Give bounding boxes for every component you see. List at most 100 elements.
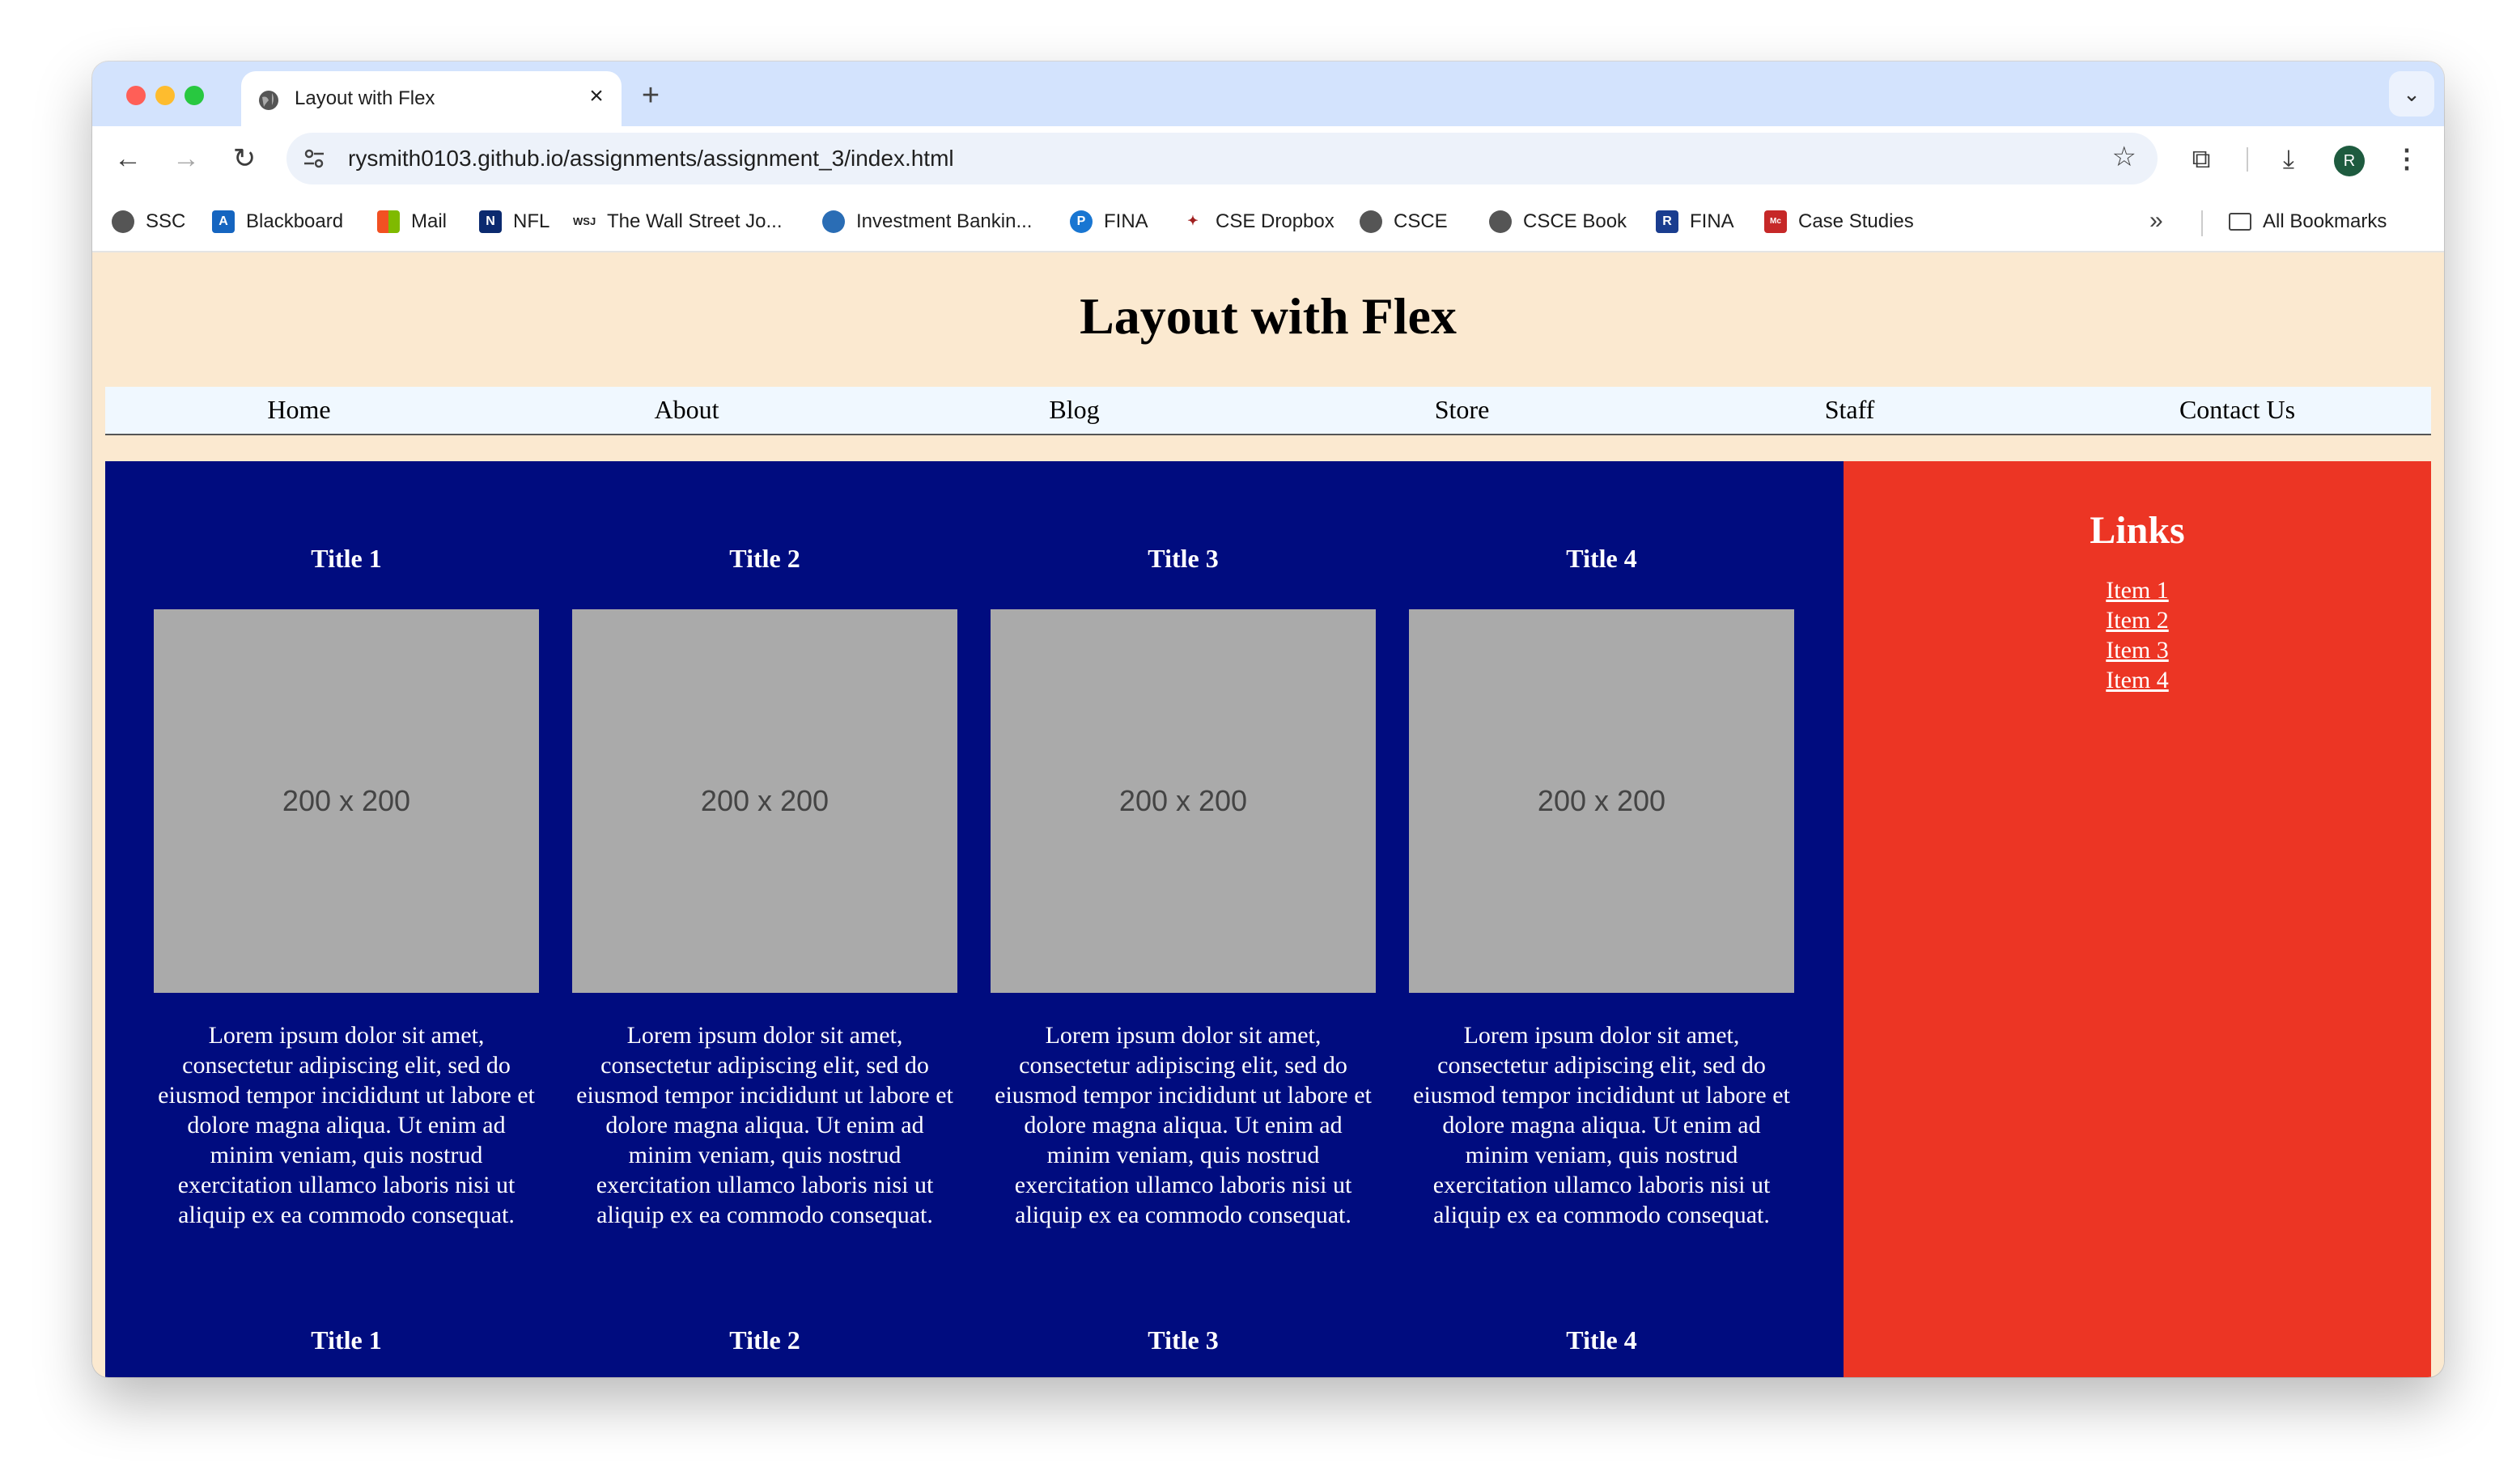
bookmark-item[interactable]: WSJ The Wall Street Jo...	[573, 209, 783, 235]
bookmark-label: Mail	[411, 210, 448, 232]
bookmark-label: CSCE	[1394, 210, 1448, 232]
tab-strip: Layout with Flex × + ⌄	[92, 61, 2444, 126]
back-arrow-icon[interactable]: ←	[108, 139, 147, 178]
blackboard-icon: A	[212, 210, 235, 233]
main-layout: Title 1 200 x 200 Lorem ipsum dolor sit …	[105, 461, 2431, 1377]
bookmark-label: Case Studies	[1798, 210, 1914, 232]
all-bookmarks-button[interactable]: All Bookmarks	[2229, 209, 2387, 235]
card-image-placeholder: 200 x 200	[1409, 609, 1794, 993]
list-item: Item 1	[1844, 575, 2431, 605]
card: Title 3 200 x 200 Lorem ipsum dolor sit …	[991, 544, 1376, 1230]
bookmark-item[interactable]: R FINA	[1656, 209, 1734, 235]
reload-icon[interactable]: ↻	[225, 139, 264, 178]
bookmark-label: NFL	[513, 210, 550, 232]
sidebar-links: Item 1 Item 2 Item 3 Item 4	[1844, 575, 2431, 695]
profile-avatar[interactable]: R	[2334, 146, 2365, 176]
url-text[interactable]: rysmith0103.github.io/assignments/assign…	[348, 146, 954, 172]
card-image-placeholder: 200 x 200	[154, 609, 539, 993]
forward-arrow-icon[interactable]: →	[167, 139, 206, 178]
top-nav: Home About Blog Store Staff Contact Us	[105, 387, 2431, 435]
globe-icon	[112, 210, 134, 233]
bookmark-item[interactable]: CSCE Book	[1489, 209, 1627, 235]
card-title: Title 3	[1148, 1325, 1219, 1355]
card: Title 2 200 x 200 Lorem ipsum dolor sit …	[572, 544, 957, 1230]
card-title: Title 1	[311, 544, 382, 573]
r-icon: R	[1656, 210, 1678, 233]
content-area: Title 1 200 x 200 Lorem ipsum dolor sit …	[105, 461, 1844, 1377]
toolbar-divider	[2247, 147, 2248, 172]
bookmarks-bar: SSC A Blackboard Mail N NFL WSJ The Wall…	[92, 191, 2444, 252]
nav-staff[interactable]: Staff	[1656, 387, 2043, 434]
bookmark-item[interactable]: Mc Case Studies	[1764, 209, 1914, 235]
card: Title 2	[572, 1325, 957, 1355]
card: Title 4 200 x 200 Lorem ipsum dolor sit …	[1409, 544, 1794, 1230]
bookmark-item[interactable]: ✦ CSE Dropbox	[1182, 209, 1334, 235]
chevron-down-icon[interactable]: ⌄	[2389, 71, 2434, 117]
address-bar[interactable]: rysmith0103.github.io/assignments/assign…	[286, 133, 2158, 184]
more-menu-icon[interactable]: ⋮	[2389, 141, 2425, 176]
wsj-icon: WSJ	[573, 210, 596, 233]
microsoft-icon	[377, 210, 400, 233]
card-text: Lorem ipsum dolor sit amet, consectetur …	[576, 1022, 953, 1228]
bookmark-label: SSC	[146, 210, 186, 232]
card-image-placeholder: 200 x 200	[572, 609, 957, 993]
close-tab-icon[interactable]: ×	[583, 83, 610, 110]
new-tab-icon[interactable]: +	[634, 79, 667, 112]
card-title: Title 2	[729, 1325, 800, 1355]
links-sidebar: Links Item 1 Item 2 Item 3 Item 4	[1844, 461, 2431, 1377]
card-title: Title 1	[311, 1325, 382, 1355]
card: Title 4	[1409, 1325, 1794, 1355]
web-page: Layout with Flex Home About Blog Store S…	[92, 254, 2444, 1377]
card-title: Title 2	[729, 544, 800, 573]
all-bookmarks-label: All Bookmarks	[2263, 210, 2387, 232]
site-info-icon[interactable]	[301, 146, 327, 172]
bookmark-label: FINA	[1690, 210, 1734, 232]
bookmark-label: Blackboard	[246, 210, 344, 232]
bookmark-item[interactable]: Investment Bankin...	[822, 209, 1032, 235]
nav-blog[interactable]: Blog	[880, 387, 1268, 434]
bookmark-item[interactable]: CSCE	[1360, 209, 1448, 235]
sidebar-link-item-4[interactable]: Item 4	[2106, 667, 2168, 693]
mcgraw-icon: Mc	[1764, 210, 1787, 233]
bookmark-item[interactable]: A Blackboard	[212, 209, 343, 235]
globe-icon	[822, 210, 845, 233]
bookmark-item[interactable]: Mail	[377, 209, 447, 235]
bookmark-item[interactable]: SSC	[112, 209, 185, 235]
nav-contact-us[interactable]: Contact Us	[2043, 387, 2431, 434]
bookmark-label: FINA	[1104, 210, 1148, 232]
list-item: Item 2	[1844, 605, 2431, 635]
maximize-window-button[interactable]	[185, 86, 204, 105]
card: Title 1	[154, 1325, 539, 1355]
tab-title: Layout with Flex	[295, 87, 435, 109]
globe-icon	[259, 91, 278, 110]
minimize-window-button[interactable]	[155, 86, 175, 105]
download-icon[interactable]: ⤓	[2271, 141, 2306, 176]
bookmark-label: Investment Bankin...	[856, 210, 1033, 232]
list-item: Item 4	[1844, 665, 2431, 695]
extensions-icon[interactable]: ⧉	[2183, 141, 2219, 176]
bookmark-star-icon[interactable]: ☆	[2112, 141, 2136, 173]
close-window-button[interactable]	[126, 86, 146, 105]
card: Title 3	[991, 1325, 1376, 1355]
nav-store[interactable]: Store	[1268, 387, 1656, 434]
sidebar-link-item-3[interactable]: Item 3	[2106, 637, 2168, 664]
sidebar-title: Links	[2090, 509, 2185, 552]
sidebar-link-item-2[interactable]: Item 2	[2106, 607, 2168, 634]
card-text: Lorem ipsum dolor sit amet, consectetur …	[1413, 1022, 1790, 1228]
card-text: Lorem ipsum dolor sit amet, consectetur …	[995, 1022, 1372, 1228]
nav-about[interactable]: About	[493, 387, 880, 434]
card-text: Lorem ipsum dolor sit amet, consectetur …	[158, 1022, 535, 1228]
nfl-icon: N	[479, 210, 502, 233]
card-image-placeholder: 200 x 200	[991, 609, 1376, 993]
browser-tab[interactable]: Layout with Flex ×	[241, 71, 622, 126]
bookmark-item[interactable]: N NFL	[479, 209, 550, 235]
folder-icon	[2229, 213, 2251, 231]
page-title: Layout with Flex	[1080, 287, 1457, 345]
nav-home[interactable]: Home	[105, 387, 493, 434]
sidebar-link-item-1[interactable]: Item 1	[2106, 577, 2168, 604]
bookmark-label: The Wall Street Jo...	[607, 210, 783, 232]
browser-toolbar: ← → ↻ rysmith0103.github.io/assignments/…	[92, 126, 2444, 191]
figure-icon: ✦	[1182, 210, 1204, 233]
bookmark-item[interactable]: P FINA	[1070, 209, 1148, 235]
more-bookmarks-icon[interactable]: »	[2149, 207, 2163, 235]
